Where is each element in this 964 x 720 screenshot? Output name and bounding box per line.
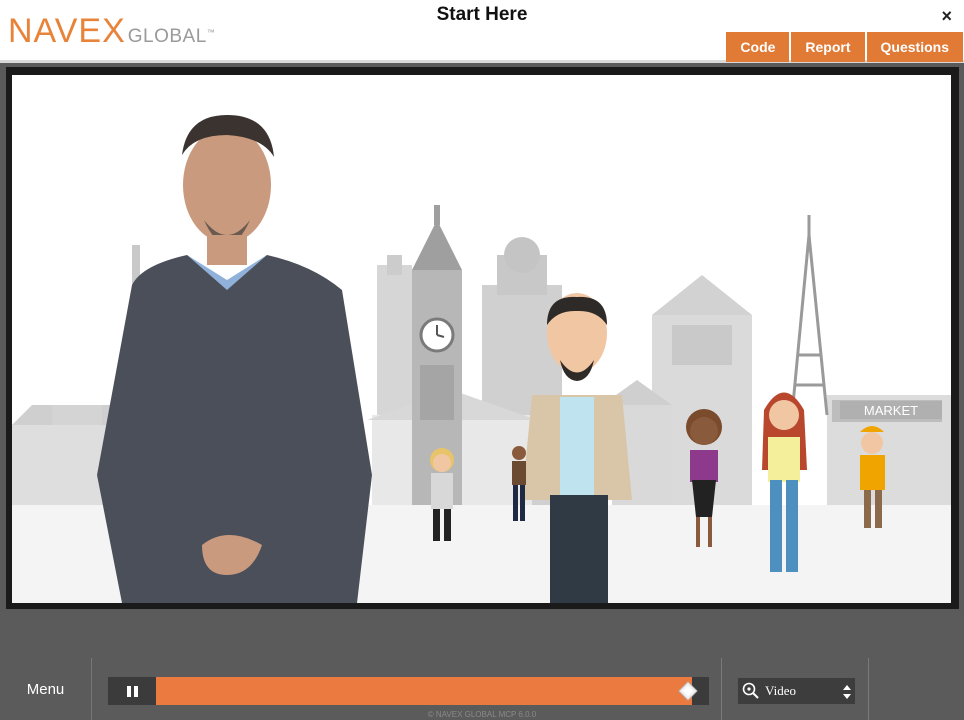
header-tabs: Code Report Questions <box>724 32 963 62</box>
progress-fill <box>156 677 693 705</box>
header-bar: NAVEX GLOBAL ™ Start Here × Code Report … <box>0 0 964 63</box>
copyright-text: © NAVEX GLOBAL MCP 6.0.0 <box>427 710 537 719</box>
eiffel-tower <box>790 215 829 416</box>
video-scene: MARKET <box>12 115 951 603</box>
page-title: Start Here <box>436 4 528 25</box>
progress-bar[interactable] <box>156 677 709 705</box>
tab-report[interactable]: Report <box>791 32 865 62</box>
video-player[interactable]: MARKET <box>12 75 951 603</box>
view-select-value: Video <box>765 683 796 698</box>
tab-questions[interactable]: Questions <box>866 32 963 62</box>
diamond-knob-icon[interactable] <box>678 681 699 701</box>
logo-global-text: GLOBAL <box>127 26 207 47</box>
updown-arrows-icon <box>843 685 851 699</box>
view-select[interactable]: Video <box>737 677 856 705</box>
close-icon[interactable]: × <box>941 6 952 27</box>
tab-code[interactable]: Code <box>726 32 790 62</box>
market-sign-text: MARKET <box>864 403 918 418</box>
pause-button[interactable] <box>108 677 156 705</box>
presenter <box>97 115 372 603</box>
magnifier-settings-icon <box>742 682 759 699</box>
logo-trademark: ™ <box>206 28 215 37</box>
player-controls: Menu Video © NAVEX GLOBAL MCP 6.0.0 <box>0 612 964 720</box>
pause-icon <box>125 685 139 697</box>
